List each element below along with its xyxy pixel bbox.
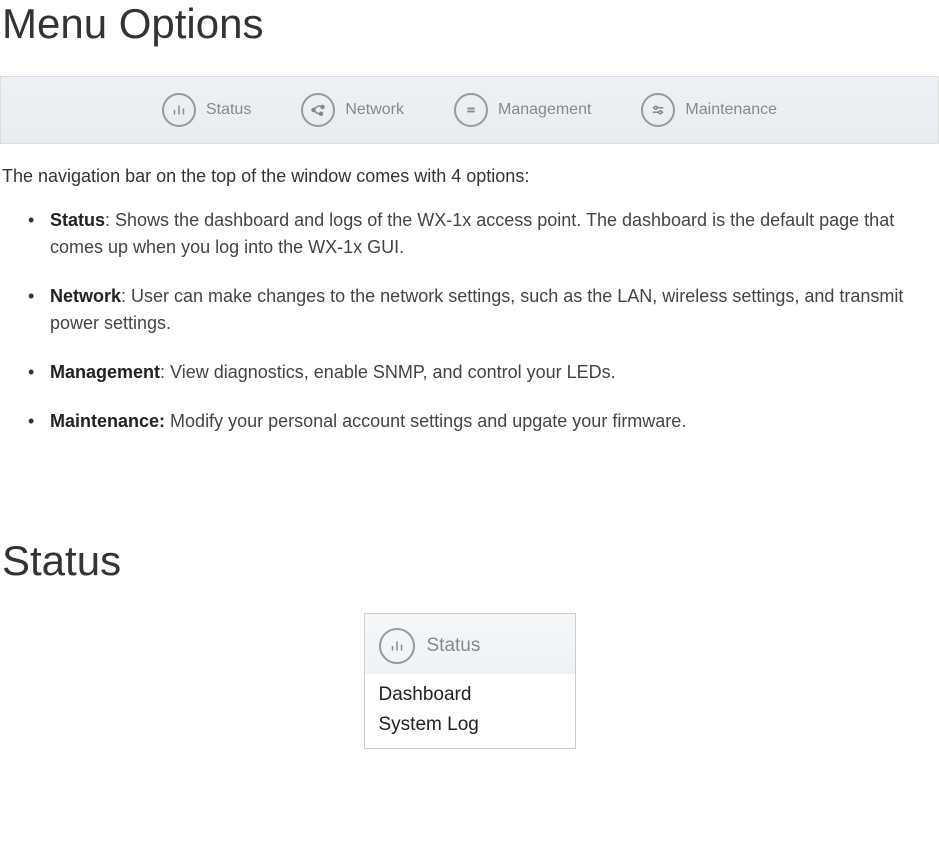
nav-item-network[interactable]: Network	[301, 93, 404, 127]
list-item: Maintenance: Modify your personal accoun…	[50, 408, 939, 435]
bullet-suffix: :	[105, 210, 115, 230]
heading-menu-options: Menu Options	[0, 0, 939, 48]
heading-status: Status	[0, 537, 939, 585]
bars-icon	[379, 628, 415, 664]
sliders-icon	[641, 93, 675, 127]
nav-item-status[interactable]: Status	[162, 93, 251, 127]
network-icon	[301, 93, 335, 127]
equals-icon	[454, 93, 488, 127]
nav-item-maintenance[interactable]: Maintenance	[641, 93, 777, 127]
bullet-suffix: :	[121, 286, 131, 306]
bullet-text: Shows the dashboard and logs of the WX-1…	[50, 210, 894, 257]
bullet-list: Status: Shows the dashboard and logs of …	[0, 207, 939, 435]
list-item: Network: User can make changes to the ne…	[50, 283, 939, 337]
status-menu-item-dashboard[interactable]: Dashboard	[379, 680, 561, 710]
nav-item-label: Management	[498, 101, 591, 119]
intro-paragraph: The navigation bar on the top of the win…	[0, 166, 939, 187]
nav-bar: Status Network Management	[0, 76, 939, 144]
bullet-label: Management	[50, 362, 160, 382]
status-dropdown-label: Status	[427, 635, 481, 657]
bullet-text: Modify your personal account settings an…	[170, 411, 686, 431]
bullet-label: Network	[50, 286, 121, 306]
bullet-text: User can make changes to the network set…	[50, 286, 903, 333]
nav-item-label: Maintenance	[685, 101, 777, 119]
status-dropdown-header[interactable]: Status	[365, 614, 575, 674]
nav-item-label: Status	[206, 101, 251, 119]
status-dropdown: Status Dashboard System Log	[364, 613, 576, 749]
list-item: Status: Shows the dashboard and logs of …	[50, 207, 939, 261]
bullet-text: View diagnostics, enable SNMP, and contr…	[170, 362, 616, 382]
nav-item-management[interactable]: Management	[454, 93, 591, 127]
bars-icon	[162, 93, 196, 127]
list-item: Management: View diagnostics, enable SNM…	[50, 359, 939, 386]
bullet-label: Maintenance:	[50, 411, 165, 431]
bullet-label: Status	[50, 210, 105, 230]
nav-item-label: Network	[345, 101, 404, 119]
status-menu-item-system-log[interactable]: System Log	[379, 710, 561, 740]
bullet-suffix: :	[160, 362, 170, 382]
status-dropdown-items: Dashboard System Log	[365, 674, 575, 748]
